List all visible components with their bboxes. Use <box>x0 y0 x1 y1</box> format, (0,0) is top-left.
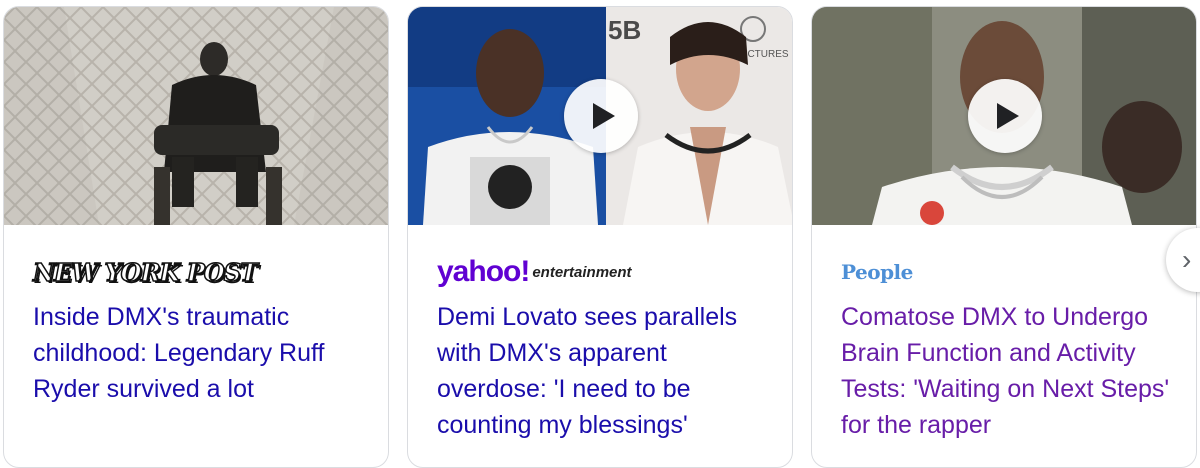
source-name: People <box>841 260 913 284</box>
play-icon <box>593 103 615 129</box>
source-subname: entertainment <box>532 263 632 281</box>
news-card[interactable]: 5B PICTURES yahoo! entertainment Demi Lo… <box>407 6 793 468</box>
news-headline[interactable]: Inside DMX's traumatic childhood: Legend… <box>33 299 373 407</box>
news-thumbnail <box>4 7 388 225</box>
play-icon <box>997 103 1019 129</box>
svg-text:5B: 5B <box>608 15 641 45</box>
news-source-logo: People <box>841 255 913 289</box>
play-button[interactable] <box>968 79 1042 153</box>
source-name: NEW YORK POST <box>32 257 258 288</box>
chevron-right-icon: › <box>1182 244 1192 275</box>
news-card[interactable]: NEW YORK POST Inside DMX's traumatic chi… <box>3 6 389 468</box>
news-card[interactable]: People Comatose DMX to Undergo Brain Fun… <box>811 6 1197 468</box>
play-button[interactable] <box>564 79 638 153</box>
news-headline[interactable]: Comatose DMX to Undergo Brain Function a… <box>841 299 1181 443</box>
news-headline[interactable]: Demi Lovato sees parallels with DMX's ap… <box>437 299 777 443</box>
news-source-logo: NEW YORK POST <box>32 255 258 289</box>
source-name: yahoo! <box>437 255 530 288</box>
news-source-logo: yahoo! entertainment <box>437 255 632 289</box>
